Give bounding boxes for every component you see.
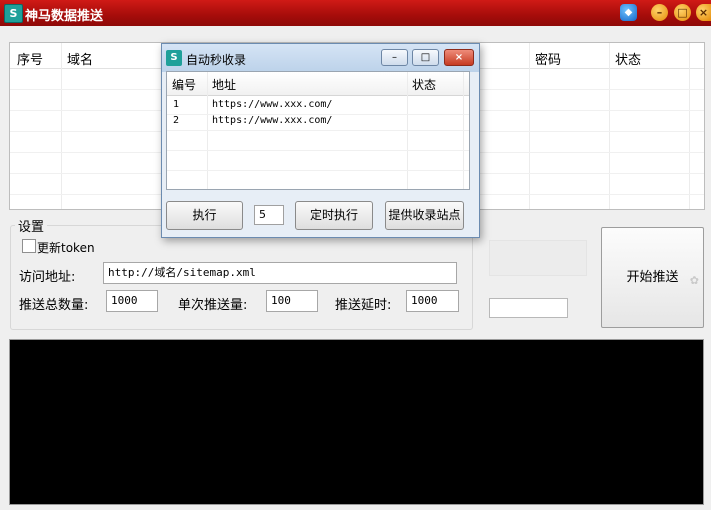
col-index: 序号 — [17, 53, 44, 68]
minimize-icon[interactable]: – — [651, 4, 668, 21]
dialog-row-2-url: https://www.xxx.com/ — [212, 115, 333, 126]
dialog-row-1-url: https://www.xxx.com/ — [212, 99, 333, 110]
update-token-label: 更新token — [37, 241, 95, 255]
dialog-title: 自动秒收录 — [186, 53, 247, 67]
dialog-table-header: 编号 地址 状态 — [167, 72, 469, 96]
grid-line — [61, 43, 62, 209]
close-icon[interactable]: × — [696, 4, 711, 21]
maximize-icon[interactable]: □ — [674, 4, 691, 21]
grid-line — [167, 170, 469, 171]
delay-input[interactable]: 1000 — [406, 290, 459, 312]
dialog-title-bar: S 自动秒收录 – □ × — [162, 44, 479, 72]
execute-button[interactable]: 执行 — [166, 201, 243, 230]
status-input[interactable] — [489, 298, 568, 318]
dialog-logo-icon: S — [166, 50, 182, 66]
dialog-col-status: 状态 — [412, 78, 437, 92]
grid-line — [609, 43, 610, 209]
grid-line — [167, 150, 469, 151]
settings-group-title: 设置 — [15, 216, 48, 235]
timed-execute-button[interactable]: 定时执行 — [295, 201, 373, 230]
app-logo-icon: S — [4, 4, 23, 23]
delay-label: 推送延时: — [335, 298, 392, 313]
single-count-label: 单次推送量: — [178, 298, 248, 313]
title-bar: S 神马数据推送 ◆ – □ × — [0, 0, 711, 26]
dialog-row-1-id: 1 — [173, 99, 180, 110]
col-domain: 域名 — [67, 53, 94, 68]
dialog-maximize-icon[interactable]: □ — [412, 49, 439, 66]
auto-index-dialog: S 自动秒收录 – □ × 编号 地址 状态 1 https://www.xxx… — [161, 43, 480, 238]
dialog-col-id: 编号 — [172, 78, 197, 92]
grid-line — [529, 43, 530, 209]
count-input[interactable]: 5 — [254, 205, 284, 225]
dialog-close-icon[interactable]: × — [444, 49, 474, 66]
dialog-minimize-icon[interactable]: – — [381, 49, 408, 66]
skin-icon[interactable]: ◆ — [620, 4, 637, 21]
window-title: 神马数据推送 — [25, 9, 104, 24]
status-panel — [489, 240, 587, 276]
grid-line — [689, 43, 690, 209]
grid-line — [167, 130, 469, 131]
col-status: 状态 — [615, 53, 642, 68]
url-label: 访问地址: — [19, 270, 76, 285]
dialog-row-2-id: 2 — [173, 115, 180, 126]
total-count-input[interactable]: 1000 — [106, 290, 158, 312]
dialog-url-table[interactable]: 编号 地址 状态 1 https://www.xxx.com/ 2 https:… — [166, 71, 470, 190]
log-console[interactable] — [9, 339, 704, 505]
start-push-button[interactable]: 开始推送 ✿ — [601, 227, 704, 328]
update-token-checkbox[interactable] — [22, 239, 36, 253]
single-count-input[interactable]: 100 — [266, 290, 318, 312]
total-count-label: 推送总数量: — [19, 298, 89, 313]
url-input[interactable]: http://域名/sitemap.xml — [103, 262, 457, 284]
decoration-icon: ✿ — [689, 274, 699, 287]
col-password: 密码 — [535, 53, 562, 68]
provide-sites-button[interactable]: 提供收录站点 — [385, 201, 464, 230]
start-push-label: 开始推送 — [626, 270, 679, 285]
dialog-col-url: 地址 — [212, 78, 237, 92]
